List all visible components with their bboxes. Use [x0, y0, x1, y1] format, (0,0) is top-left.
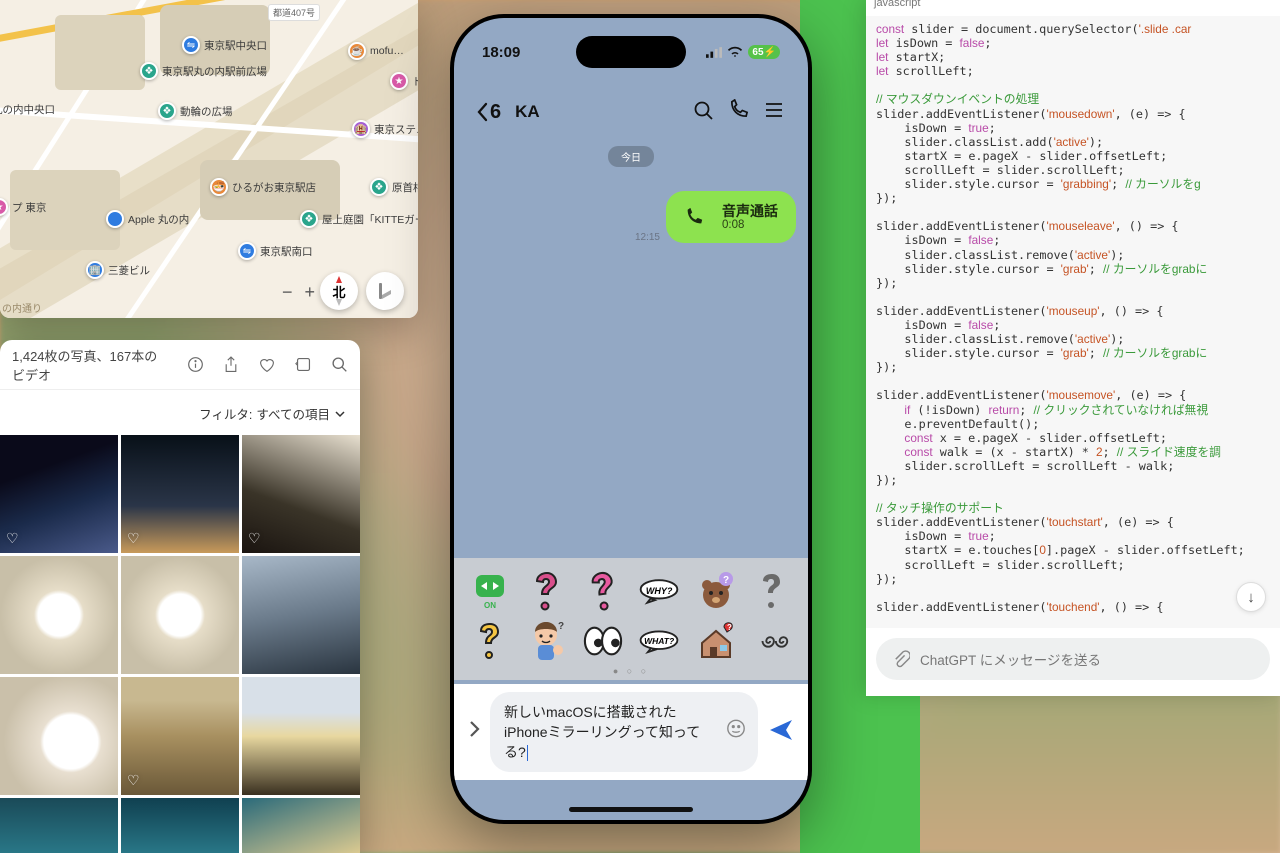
svg-text:?: ?	[723, 575, 729, 586]
page-dots: ● ○ ○	[470, 666, 792, 676]
svg-text:ON: ON	[484, 601, 496, 610]
code-language-label: javascript	[874, 0, 920, 9]
map-poi[interactable]: Apple 丸の内	[106, 210, 189, 228]
photo-thumbnail[interactable]: ♡	[121, 677, 239, 795]
photo-thumbnail[interactable]	[121, 798, 239, 853]
map-poi[interactable]: 🏢三菱ビル	[86, 261, 150, 279]
photo-thumbnail[interactable]	[242, 677, 360, 795]
map-poi[interactable]: ❖東京駅丸の内駅前広場	[140, 62, 267, 80]
favorite-icon: ♡	[127, 772, 140, 789]
back-button[interactable]: 6	[476, 101, 501, 124]
favorite-icon: ♡	[6, 530, 19, 547]
map-poi[interactable]: ☕mofu…	[348, 42, 404, 60]
code-block[interactable]: const slider = document.querySelector('.…	[866, 16, 1280, 628]
sticker-house[interactable]: ?	[696, 621, 736, 661]
sticker-question-pink-tilt[interactable]	[583, 571, 623, 611]
map-poi[interactable]: ❖屋上庭園「KITTEガー…	[300, 210, 418, 228]
view-3d-button[interactable]	[366, 272, 404, 310]
chat-input[interactable]: ChatGPT にメッセージを送る	[876, 638, 1270, 680]
dynamic-island	[576, 36, 686, 68]
menu-icon[interactable]	[764, 101, 786, 124]
sticker-question-pink[interactable]	[526, 571, 566, 611]
street-label: の内通り	[2, 300, 42, 315]
map-poi[interactable]: ❖動輪の広場	[158, 102, 233, 120]
map-poi[interactable]: ⇋東京駅南口	[238, 242, 313, 260]
sticker-on[interactable]: ON	[470, 571, 510, 611]
photo-thumbnail[interactable]	[0, 798, 118, 853]
battery-badge: 65⚡	[748, 45, 780, 59]
message-composer: 新しいmacOSに搭載されたiPhoneミラーリングって知ってる?	[454, 684, 808, 780]
photo-thumbnail[interactable]	[0, 677, 118, 795]
call-bubble[interactable]: 音声通話 0:08	[666, 191, 796, 243]
photos-window[interactable]: 1,424枚の写真、167本のビデオ フィルタ: すべての項目 ♡ ♡ ♡ ♡	[0, 340, 360, 853]
sticker-what[interactable]: WHAT?	[639, 621, 679, 661]
call-message: 12:15 音声通話 0:08	[466, 191, 796, 243]
chat-header: 6 KA	[454, 88, 808, 136]
sticker-why[interactable]: WHY?	[639, 571, 679, 611]
search-icon[interactable]	[692, 99, 714, 126]
cellular-icon	[706, 47, 722, 58]
map-poi[interactable]: ★トラベ…サービ…	[390, 72, 418, 90]
rotate-icon[interactable]	[294, 356, 312, 374]
home-indicator[interactable]	[569, 807, 693, 812]
chevron-down-icon	[334, 408, 346, 420]
iphone-screen[interactable]: 18:09 65⚡ 6 KA 今日 12:15	[454, 18, 808, 820]
photos-count-label: 1,424枚の写真、167本のビデオ	[12, 346, 168, 384]
code-window: javascript const slider = document.query…	[866, 0, 1280, 696]
maps-window[interactable]: 都道407号 の内通り ⇋東京駅中央口 ❖東京駅丸の内駅前広場 ❖動輪の広場 ☕mof…	[0, 0, 418, 318]
emoji-icon[interactable]	[726, 718, 746, 745]
photo-thumbnail[interactable]	[242, 798, 360, 853]
share-icon[interactable]	[222, 356, 240, 374]
map-zoom-controls: − +	[282, 282, 315, 303]
attach-icon	[892, 650, 910, 668]
phone-icon	[678, 201, 710, 233]
photos-grid: ♡ ♡ ♡ ♡	[0, 435, 360, 853]
sticker-spiral[interactable]	[752, 621, 792, 661]
zoom-out-button[interactable]: −	[282, 282, 293, 303]
photo-thumbnail[interactable]: ♡	[0, 435, 118, 553]
expand-icon[interactable]	[468, 720, 480, 744]
heart-icon[interactable]	[258, 356, 276, 374]
photos-toolbar: 1,424枚の写真、167本のビデオ	[0, 340, 360, 390]
wifi-icon	[727, 46, 743, 58]
photo-thumbnail[interactable]	[0, 556, 118, 674]
svg-text:?: ?	[727, 623, 732, 632]
svg-text:?: ?	[558, 621, 564, 632]
sticker-question-grey[interactable]	[752, 571, 792, 611]
map-poi[interactable]: ⇋東京駅中央口	[182, 36, 267, 54]
road-label: 都道407号	[268, 4, 320, 21]
chat-title: KA	[515, 102, 678, 122]
info-icon[interactable]	[186, 356, 204, 374]
favorite-icon: ♡	[127, 530, 140, 547]
photos-filter[interactable]: フィルタ: すべての項目	[0, 390, 360, 435]
photo-thumbnail[interactable]	[121, 556, 239, 674]
send-button[interactable]	[768, 718, 794, 747]
iphone-mirror-frame: 18:09 65⚡ 6 KA 今日 12:15	[450, 14, 812, 824]
map-poi[interactable]: ❖原首相遭…	[370, 178, 418, 196]
sticker-eyes[interactable]	[583, 621, 623, 661]
date-badge: 今日	[608, 146, 654, 167]
call-icon[interactable]	[728, 99, 750, 125]
compass-button[interactable]: 北	[320, 272, 358, 310]
map-poi[interactable]: 🏨東京ステ…	[352, 120, 418, 138]
sticker-boy[interactable]: ?	[526, 621, 566, 661]
sticker-question-yellow[interactable]	[470, 621, 510, 661]
zoom-in-button[interactable]: +	[305, 282, 316, 303]
sticker-panel: ON WHY? ? ? WHAT? ? ● ○ ○	[454, 558, 808, 680]
scroll-down-button[interactable]: ↓	[1236, 582, 1266, 612]
photo-thumbnail[interactable]: ♡	[121, 435, 239, 553]
favorite-icon: ♡	[248, 530, 261, 547]
map-poi[interactable]: 🍜ひるがお東京駅店	[210, 178, 316, 196]
sticker-bear[interactable]: ?	[696, 571, 736, 611]
clock: 18:09	[482, 44, 520, 61]
chat-body[interactable]: 今日 12:15 音声通話 0:08	[454, 136, 808, 558]
photo-thumbnail[interactable]	[242, 556, 360, 674]
photo-thumbnail[interactable]: ♡	[242, 435, 360, 553]
map-poi[interactable]: ⇋丸の内中央口	[0, 100, 55, 118]
map-poi[interactable]: ★プ 東京	[0, 198, 46, 216]
search-icon[interactable]	[330, 356, 348, 374]
message-input[interactable]: 新しいmacOSに搭載されたiPhoneミラーリングって知ってる?	[490, 692, 758, 773]
